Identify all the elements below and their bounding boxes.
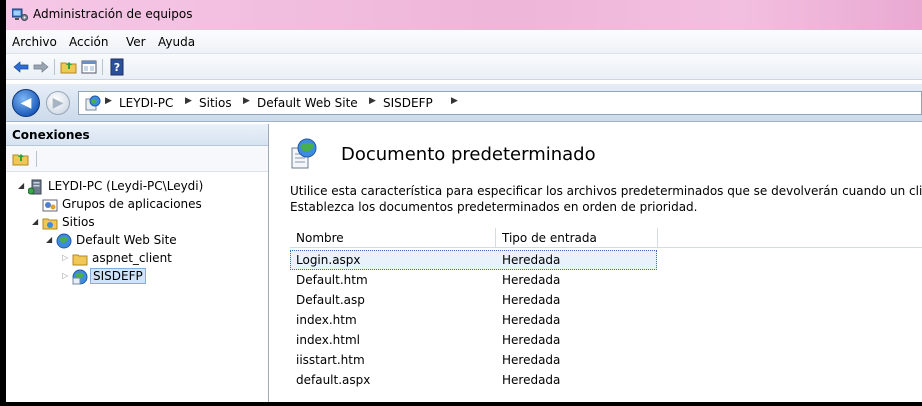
computer-management-icon	[12, 8, 28, 21]
cell-tipo: Heredada	[502, 313, 561, 327]
chevron-right-icon: ▶	[451, 96, 458, 106]
menu-bar: Archivo Acción Ver Ayuda	[6, 30, 922, 54]
chevron-right-icon: ▶	[243, 96, 250, 106]
back-arrow-icon: ◀	[20, 95, 32, 111]
page-title: Documento predeterminado	[341, 144, 596, 165]
svg-text:?: ?	[114, 61, 120, 74]
connections-panel: Conexiones ◢ LEYDI-PC (Leydi-PC\Leydi) G…	[6, 124, 269, 402]
tree-item-default-web-site[interactable]: ◢ Default Web Site	[6, 232, 268, 250]
menu-archivo[interactable]: Archivo	[12, 35, 57, 49]
connections-toolbar	[6, 146, 268, 172]
title-bar[interactable]: Administración de equipos	[6, 0, 922, 30]
cell-nombre: index.html	[296, 333, 360, 347]
tree-item-label: Grupos de aplicaciones	[62, 197, 202, 211]
window-title: Administración de equipos	[33, 7, 193, 21]
tree-item-label: Sitios	[62, 215, 95, 229]
chevron-right-icon: ▶	[105, 96, 112, 106]
default-document-icon	[291, 138, 317, 169]
connections-header: Conexiones	[6, 124, 268, 146]
cell-nombre: Default.htm	[296, 273, 368, 287]
collapse-icon[interactable]: ◢	[32, 217, 38, 226]
collapse-icon[interactable]: ◢	[18, 181, 24, 190]
table-row[interactable]: Default.htm Heredada	[290, 270, 922, 290]
menu-accion[interactable]: Acción	[69, 35, 108, 49]
tree-item-aspnet-client[interactable]: ▷ aspnet_client	[6, 250, 268, 268]
sites-folder-icon	[42, 218, 58, 230]
server-icon	[28, 179, 42, 195]
cell-tipo: Heredada	[502, 353, 561, 367]
nav-forward-button[interactable]: ▶	[46, 91, 70, 115]
column-divider[interactable]	[657, 228, 658, 248]
main-panel: Documento predeterminado Utilice esta ca…	[270, 124, 922, 402]
globe-icon	[56, 233, 72, 249]
table-row[interactable]: Login.aspx Heredada	[290, 250, 922, 270]
toolbar-separator	[36, 151, 37, 167]
tree-item-label: aspnet_client	[92, 251, 172, 265]
table-row[interactable]: index.html Heredada	[290, 330, 922, 350]
table-row[interactable]: index.htm Heredada	[290, 310, 922, 330]
crumb-sisdefp[interactable]: SISDEFP	[383, 96, 433, 110]
properties-icon[interactable]	[80, 58, 98, 76]
expand-icon[interactable]: ▷	[62, 271, 68, 280]
cell-nombre: Login.aspx	[296, 253, 361, 267]
tree-item-server[interactable]: ◢ LEYDI-PC (Leydi-PC\Leydi)	[6, 178, 268, 196]
crumb-sitios[interactable]: Sitios	[199, 96, 232, 110]
help-icon[interactable]: ?	[108, 58, 126, 76]
toolbar-separator	[102, 59, 103, 75]
toolbar: ?	[6, 54, 922, 80]
nav-back-button[interactable]: ◀	[12, 89, 40, 117]
table-row[interactable]: Default.asp Heredada	[290, 290, 922, 310]
tree-item-sisdefp[interactable]: ▷ SISDEFP	[6, 268, 268, 286]
tree-item-label: SISDEFP	[90, 268, 146, 284]
table-header: Nombre Tipo de entrada	[290, 228, 922, 248]
crumb-default-web-site[interactable]: Default Web Site	[257, 96, 358, 110]
cell-tipo: Heredada	[502, 333, 561, 347]
forward-arrow-icon[interactable]	[32, 58, 50, 76]
table-row[interactable]: iisstart.htm Heredada	[290, 350, 922, 370]
cell-nombre: iisstart.htm	[296, 353, 365, 367]
folder-up-icon[interactable]	[12, 150, 30, 168]
menu-ver[interactable]: Ver	[126, 35, 146, 49]
window: Administración de equipos Archivo Acción…	[6, 0, 922, 402]
folder-up-icon[interactable]	[60, 58, 78, 76]
description-line-2: Establezca los documentos predeterminado…	[290, 200, 698, 214]
address-bar: ◀ ▶ ▶ LEYDI-PC ▶ Sitios ▶ Default Web Si…	[6, 84, 922, 122]
collapse-icon[interactable]: ◢	[46, 235, 52, 244]
cell-tipo: Heredada	[502, 253, 561, 267]
column-header-tipo[interactable]: Tipo de entrada	[502, 231, 597, 245]
tree-item-label: Default Web Site	[76, 233, 177, 247]
chevron-right-icon: ▶	[185, 96, 192, 106]
crumb-leydi-pc[interactable]: LEYDI-PC	[119, 96, 173, 110]
chevron-right-icon: ▶	[369, 96, 376, 106]
menu-ayuda[interactable]: Ayuda	[158, 35, 195, 49]
table-row[interactable]: default.aspx Heredada	[290, 370, 922, 390]
app-pool-icon	[42, 199, 58, 212]
tree-item-app-pools[interactable]: Grupos de aplicaciones	[6, 196, 268, 214]
forward-arrow-icon: ▶	[52, 95, 64, 111]
cell-tipo: Heredada	[502, 373, 561, 387]
column-divider[interactable]	[495, 228, 496, 248]
expand-icon[interactable]: ▷	[62, 253, 68, 262]
description-line-1: Utilice esta característica para especif…	[290, 184, 922, 198]
back-arrow-icon[interactable]	[12, 58, 30, 76]
folder-icon	[72, 254, 88, 266]
cell-nombre: index.htm	[296, 313, 357, 327]
globe-icon	[85, 95, 101, 111]
cell-nombre: Default.asp	[296, 293, 365, 307]
breadcrumb[interactable]: ▶ LEYDI-PC ▶ Sitios ▶ Default Web Site ▶…	[78, 91, 922, 115]
cell-nombre: default.aspx	[296, 373, 371, 387]
tree-item-sites[interactable]: ◢ Sitios	[6, 214, 268, 232]
column-header-nombre[interactable]: Nombre	[296, 231, 344, 245]
tree-item-label: LEYDI-PC (Leydi-PC\Leydi)	[48, 179, 204, 193]
web-app-icon	[72, 269, 88, 285]
toolbar-separator	[54, 59, 55, 75]
cell-tipo: Heredada	[502, 293, 561, 307]
cell-tipo: Heredada	[502, 273, 561, 287]
